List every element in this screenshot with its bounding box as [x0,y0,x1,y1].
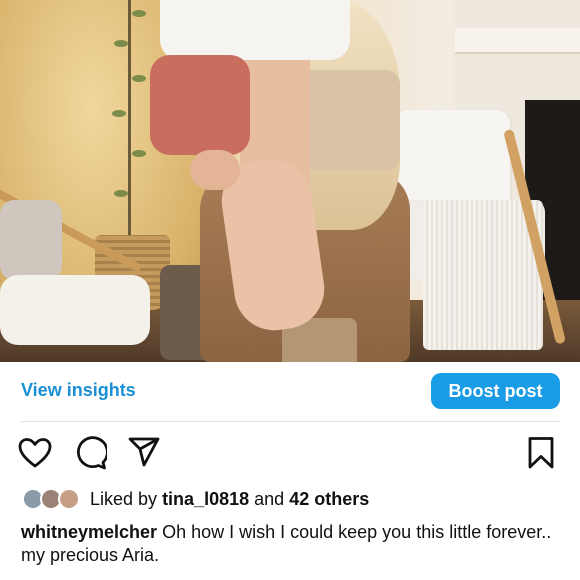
likes-and: and [254,489,285,509]
share-icon[interactable] [128,436,160,468]
avatar [58,488,80,510]
likes-prefix: Liked by [90,489,158,509]
chair-seat [0,275,150,345]
baby-shorts [150,55,250,155]
chair-pillow [395,110,510,210]
liker-username[interactable]: tina_l0818 [162,489,249,509]
post-caption: whitneymelcher Oh how I wish I could kee… [21,521,561,567]
leaf [132,75,146,82]
likes-summary[interactable]: Liked by tina_l0818 and 42 others [90,489,369,510]
comment-icon[interactable] [73,436,107,470]
mantel [455,28,580,54]
leaf [132,150,146,157]
liker-avatars[interactable] [22,488,84,510]
right-chair [395,100,567,350]
divider [21,421,560,422]
view-insights-link[interactable]: View insights [21,380,136,401]
likes-others-count[interactable]: 42 others [289,489,369,509]
leaf [112,110,126,117]
save-icon[interactable] [527,436,555,470]
baby-top [160,0,350,60]
left-chair [0,185,150,362]
leaf [132,10,146,17]
caption-username[interactable]: whitneymelcher [21,522,157,542]
leaf [114,40,128,47]
chair-pillow [0,200,62,280]
person-top [300,70,400,170]
hand [190,150,240,190]
heart-icon[interactable] [18,437,52,469]
boost-post-button[interactable]: Boost post [431,373,560,409]
post-photo[interactable] [0,0,580,362]
